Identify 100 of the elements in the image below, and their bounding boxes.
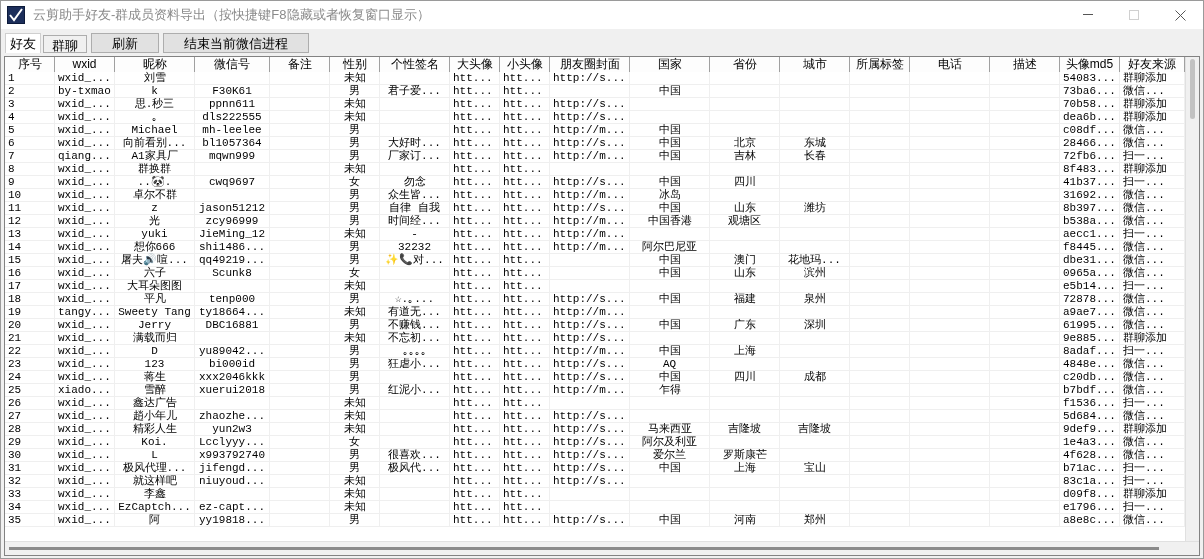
column-header[interactable]: 描述 [990,57,1060,72]
table-cell: jifengd... [195,462,270,475]
table-cell: htt... [500,215,550,228]
table-cell: 极风代理... [115,462,195,475]
table-cell: 蒋生 [115,371,195,384]
horizontal-scrollbar[interactable] [5,541,1199,555]
table-cell: htt... [450,215,500,228]
column-header[interactable]: 序号 [5,57,55,72]
table-cell: 3 [5,98,55,111]
table-cell: 8 [5,163,55,176]
table-cell: Lcclyyy... [195,436,270,449]
column-header[interactable]: 朋友圈封面 [550,57,630,72]
column-header[interactable]: wxid [55,57,115,72]
table-cell: wxid_... [55,189,115,202]
table-cell: 9def9... [1060,423,1120,436]
table-cell: 8b397... [1060,202,1120,215]
table-cell: 10 [5,189,55,202]
table-cell: 20 [5,319,55,332]
table-cell: htt... [450,163,500,176]
table-cell: 男 [330,254,380,267]
table-cell: 未知 [330,280,380,293]
table-cell: 9 [5,176,55,189]
column-header[interactable]: 小头像 [500,57,550,72]
column-header[interactable]: 所属标签 [850,57,910,72]
column-header[interactable]: 微信号 [195,57,270,72]
table-cell: htt... [450,514,500,527]
table-cell: 男 [330,202,380,215]
table-cell: jason51212 [195,202,270,215]
scrollbar-thumb[interactable] [1190,59,1195,119]
column-header[interactable]: 昵称 [115,57,195,72]
table-cell: htt... [450,98,500,111]
table-cell: ez-capt... [195,501,270,514]
column-header[interactable]: 个性签名 [380,57,450,72]
table-cell: htt... [500,319,550,332]
table-cell: htt... [500,332,550,345]
table-cell: 东城 [780,137,850,150]
table-cell: htt... [450,241,500,254]
table-cell: htt... [450,475,500,488]
table-cell: 26 [5,397,55,410]
column-header[interactable]: 备注 [270,57,330,72]
table-cell: htt... [450,72,500,85]
table-cell: 厂家订... [380,150,450,163]
column-header[interactable]: 电话 [910,57,990,72]
table-cell: wxid_... [55,501,115,514]
table-cell: b538a... [1060,215,1120,228]
table-cell: k [115,85,195,98]
table-cell: 红泥小... [380,384,450,397]
table-cell: 四川 [710,371,780,384]
vertical-scrollbar[interactable] [1185,57,1199,541]
tab[interactable]: 群聊 [43,35,87,53]
table-cell: f8445... [1060,241,1120,254]
table-cell: 16 [5,267,55,280]
table-cell: htt... [500,475,550,488]
table-cell: f1536... [1060,397,1120,410]
column-header[interactable]: 性别 [330,57,380,72]
table-cell: http://m... [550,241,630,254]
toolbar-button[interactable]: 刷新 [91,33,159,53]
column-header[interactable]: 城市 [780,57,850,72]
table-cell: dbe31... [1060,254,1120,267]
column-header[interactable]: 好友来源 [1120,57,1185,72]
table-cell: mh-leelee [195,124,270,137]
table-cell: 男 [330,358,380,371]
table-cell: 很喜欢... [380,449,450,462]
table-cell: 吉隆坡 [710,423,780,436]
table-cell: htt... [500,397,550,410]
table-cell: http://m... [550,215,630,228]
table-cell: 勿念 [380,176,450,189]
table-cell: niuyoud... [195,475,270,488]
table-cell: 河南 [710,514,780,527]
tab[interactable]: 好友 [5,33,41,53]
table-cell: 未知 [330,72,380,85]
table-cell: 未知 [330,163,380,176]
table-cell: 成都 [780,371,850,384]
table-cell: 澳门 [710,254,780,267]
table-cell: b7bdf... [1060,384,1120,397]
table-cell: 中国 [630,124,710,137]
column-header[interactable]: 省份 [710,57,780,72]
column-header[interactable]: 头像md5 [1060,57,1120,72]
table-cell: 中国 [630,176,710,189]
table-cell: 72fb6... [1060,150,1120,163]
column-header[interactable]: 国家 [630,57,710,72]
table-cell: htt... [450,436,500,449]
column-header[interactable]: 大头像 [450,57,500,72]
table-cell: 9e885... [1060,332,1120,345]
toolbar-button[interactable]: 结束当前微信进程 [163,33,309,53]
scrollbar-thumb[interactable] [9,547,1159,550]
table-cell: http://m... [550,306,630,319]
table-cell: wxid_... [55,410,115,423]
table-cell: http://s... [550,98,630,111]
table-cell: htt... [500,410,550,423]
table-cell: 满载而归 [115,332,195,345]
table-cell: 男 [330,85,380,98]
table-cell: 21 [5,332,55,345]
table-cell: htt... [500,124,550,137]
table-cell: 未知 [330,423,380,436]
table-cell: qq49219... [195,254,270,267]
table-cell: htt... [450,397,500,410]
table-cell: 男 [330,319,380,332]
table-cell: 不忘初... [380,332,450,345]
table-cell: EzCaptch... [115,501,195,514]
